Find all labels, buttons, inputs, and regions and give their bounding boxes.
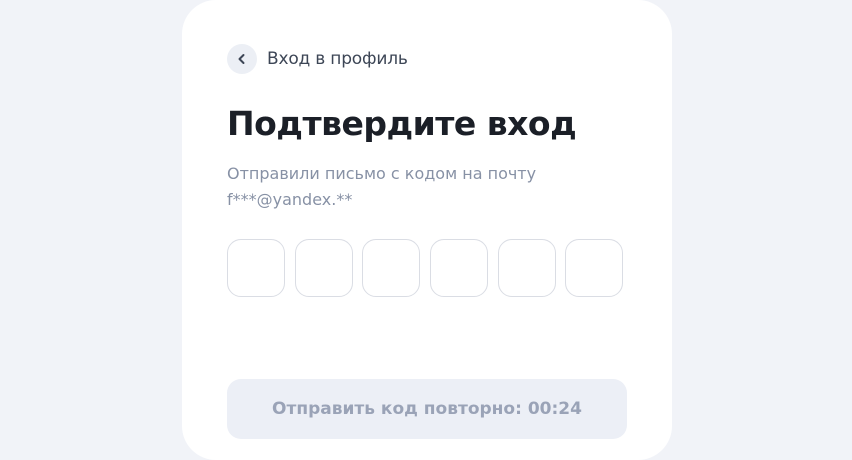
page-title: Подтвердите вход: [227, 104, 577, 143]
subtitle-text: Отправили письмо с кодом на почту: [227, 164, 537, 183]
code-digit-4[interactable]: [430, 239, 489, 297]
back-link[interactable]: Вход в профиль: [227, 44, 408, 74]
code-digit-5[interactable]: [497, 239, 556, 297]
login-card: Вход в профиль Подтвердите вход Отправил…: [182, 0, 672, 460]
code-digit-2[interactable]: [294, 239, 353, 297]
masked-email: f***@yandex.**: [227, 190, 353, 209]
code-digit-3[interactable]: [362, 239, 421, 297]
chevron-left-icon: [238, 54, 245, 64]
code-digit-6[interactable]: [565, 239, 624, 297]
resend-code-button[interactable]: Отправить код повторно: 00:24: [227, 379, 627, 439]
back-label[interactable]: Вход в профиль: [267, 49, 408, 69]
subtitle: Отправили письмо с кодом на почту f***@y…: [227, 161, 547, 213]
code-input-group: [227, 239, 624, 297]
code-digit-1[interactable]: [227, 239, 285, 297]
back-button[interactable]: [227, 44, 257, 74]
